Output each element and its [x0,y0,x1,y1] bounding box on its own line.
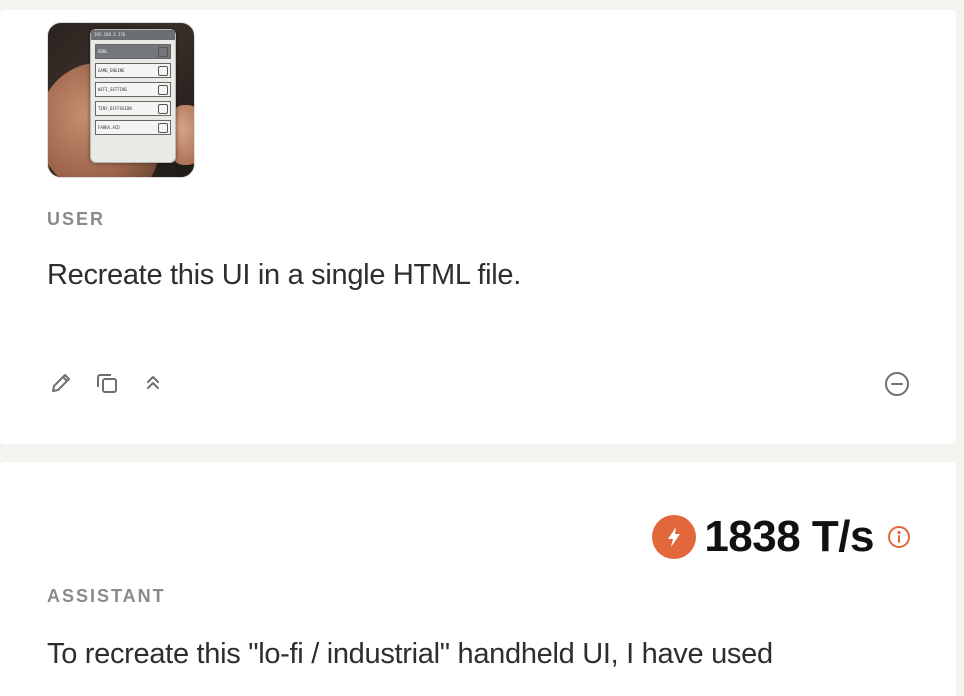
assistant-message-card: 1838 T/s ASSISTANT To recreate this "lo-… [0,462,956,696]
copy-button[interactable] [94,370,120,396]
tokens-per-second-value: 1838 T/s [704,512,874,561]
device-menu-item: SOUL [95,44,171,59]
edit-button[interactable] [48,370,74,396]
copy-icon [97,374,117,393]
tokens-per-second-indicator: 1838 T/s [652,512,912,562]
edit-icon [52,374,70,392]
device-menu-item: TINY_DIFFUSION [95,101,171,116]
assistant-message-text: To recreate this "lo-fi / industrial" ha… [47,638,773,670]
handheld-device-photo: 192.168.2.176 SOUL GAME_ENGINE WIFI_SETT… [90,29,176,163]
device-menu-item: WIFI_SETTING [95,82,171,97]
remove-button[interactable] [883,370,909,396]
bolt-icon [652,515,697,559]
attached-image-thumbnail[interactable]: 192.168.2.176 SOUL GAME_ENGINE WIFI_SETT… [47,22,195,178]
device-menu-item: FARKA.ACD [95,120,171,135]
device-menu-item: GAME_ENGINE [95,63,171,78]
user-message-text: Recreate this UI in a single HTML file. [47,259,521,291]
assistant-role-label: ASSISTANT [47,586,166,606]
collapse-icon [147,376,159,389]
remove-icon [885,372,909,396]
user-role-label: USER [47,209,106,229]
collapse-button[interactable] [140,370,166,396]
user-message-card: 192.168.2.176 SOUL GAME_ENGINE WIFI_SETT… [0,10,956,444]
info-icon[interactable] [886,524,912,550]
device-status-bar: 192.168.2.176 [91,30,175,40]
